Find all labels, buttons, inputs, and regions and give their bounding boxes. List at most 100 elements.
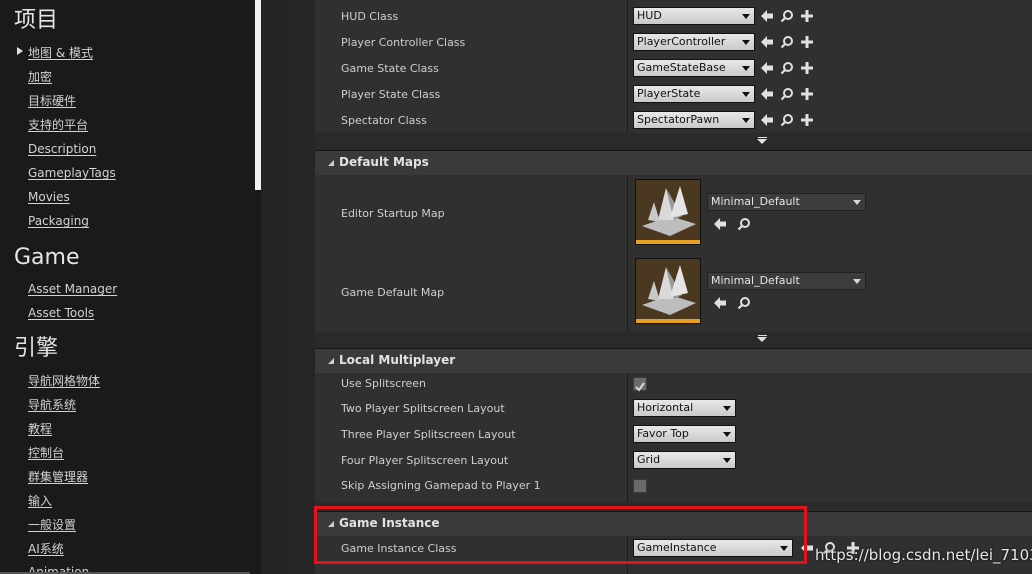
reset-arrow-icon[interactable] [760,9,774,23]
map-thumbnail-icon [636,180,700,240]
game-state-class-combo[interactable]: GameStateBase [633,59,755,77]
category-default-maps[interactable]: Default Maps [315,150,1032,176]
sidebar-item-general-settings[interactable]: 一般设置 [28,517,76,533]
category-local-multiplayer[interactable]: Local Multiplayer [315,348,1032,374]
category-title: Local Multiplayer [339,353,456,367]
reset-arrow-icon[interactable] [760,61,774,75]
expand-bar-icon [758,137,767,138]
browse-search-icon[interactable] [780,87,794,101]
three-player-layout-combo[interactable]: Favor Top [633,425,736,443]
expand-chevron-icon [757,337,767,342]
collapse-triangle-icon [328,358,334,364]
category-game-instance[interactable]: Game Instance [315,511,1032,537]
sidebar-item-crowd-manager[interactable]: 群集管理器 [28,469,88,485]
editor-startup-map-thumbnail[interactable] [635,179,701,245]
reset-arrow-icon[interactable] [760,35,774,49]
reset-arrow-icon[interactable] [713,217,727,231]
add-plus-icon[interactable] [800,9,814,23]
sidebar-item-asset-manager[interactable]: Asset Manager [28,281,117,297]
collapse-triangle-icon [328,521,334,527]
player-state-class-label: Player State Class [341,88,441,101]
hud-class-combo[interactable]: HUD [633,7,755,25]
reset-arrow-icon[interactable] [713,296,727,310]
column-divider [627,175,628,332]
column-divider [627,536,628,574]
sidebar-item-gameplay-tags[interactable]: GameplayTags [28,165,116,181]
game-instance-class-combo[interactable]: GameInstance [633,539,793,557]
sidebar-item-encryption[interactable]: 加密 [28,69,52,85]
add-plus-icon[interactable] [800,35,814,49]
sidebar-item-console[interactable]: 控制台 [28,445,64,461]
editor-startup-map-value: Minimal_Default [711,195,800,208]
column-divider [627,0,628,133]
game-default-map-combo[interactable]: Minimal_Default [707,272,866,290]
sidebar-item-nav-system[interactable]: 导航系统 [28,397,76,413]
sidebar-item-maps-modes[interactable]: 地图 & 模式 [28,45,93,61]
sidebar-item-supported-platforms[interactable]: 支持的平台 [28,117,88,133]
dropdown-arrow-icon [742,66,750,71]
player-state-class-value: PlayerState [637,87,701,100]
panel-left-edge [289,0,315,574]
add-plus-icon[interactable] [800,113,814,127]
sidebar-item-tutorials[interactable]: 教程 [28,421,52,437]
use-splitscreen-label: Use Splitscreen [341,377,427,390]
use-splitscreen-checkbox[interactable] [633,377,647,392]
browse-search-icon[interactable] [780,61,794,75]
sidebar-item-ai-system[interactable]: AI系统 [28,541,64,557]
game-instance-class-value: GameInstance [637,541,717,554]
collapse-triangle-icon [328,160,334,166]
spectator-class-label: Spectator Class [341,114,427,127]
player-state-class-combo[interactable]: PlayerState [633,85,755,103]
game-default-map-value: Minimal_Default [711,274,800,287]
game-default-map-thumbnail[interactable] [635,258,701,324]
two-player-layout-combo[interactable]: Horizontal [633,399,736,417]
section-title-game: Game [14,245,80,270]
editor-startup-map-combo[interactable]: Minimal_Default [707,193,866,211]
asset-type-bar [636,240,700,244]
browse-search-icon[interactable] [780,113,794,127]
sidebar-item-navmesh[interactable]: 导航网格物体 [28,373,100,389]
add-plus-icon[interactable] [800,61,814,75]
game-state-class-value: GameStateBase [637,61,726,74]
dropdown-arrow-icon [742,118,750,123]
game-default-map-label: Game Default Map [341,286,445,299]
default-maps-advanced-expander[interactable] [315,333,1032,347]
reset-arrow-icon[interactable] [760,113,774,127]
player-controller-class-combo[interactable]: PlayerController [633,33,755,51]
four-player-layout-combo[interactable]: Grid [633,451,736,469]
browse-search-icon[interactable] [737,296,751,310]
dropdown-arrow-icon [723,458,731,463]
editor-startup-map-label: Editor Startup Map [341,207,445,220]
classes-advanced-expander[interactable] [315,135,1032,149]
asset-type-bar [636,319,700,323]
add-plus-icon[interactable] [800,87,814,101]
expand-chevron-icon [757,139,767,144]
browse-search-icon[interactable] [737,217,751,231]
reset-arrow-icon[interactable] [760,87,774,101]
map-thumbnail-icon [636,259,700,319]
skip-gamepad-checkbox[interactable] [633,479,647,493]
spectator-class-combo[interactable]: SpectatorPawn [633,111,755,129]
sidebar-item-asset-tools[interactable]: Asset Tools [28,305,94,321]
sidebar-item-target-hardware[interactable]: 目标硬件 [28,93,76,109]
player-controller-class-label: Player Controller Class [341,36,466,49]
dropdown-arrow-icon [742,92,750,97]
game-state-class-label: Game State Class [341,62,439,75]
sidebar-item-packaging[interactable]: Packaging [28,213,89,229]
category-title: Default Maps [339,155,429,169]
four-player-layout-value: Grid [637,453,661,466]
sidebar-item-movies[interactable]: Movies [28,189,70,205]
dropdown-arrow-icon [723,432,731,437]
browse-search-icon[interactable] [780,9,794,23]
spectator-class-value: SpectatorPawn [637,113,720,126]
browse-search-icon[interactable] [780,35,794,49]
sidebar-item-input[interactable]: 输入 [28,493,52,509]
reset-arrow-icon[interactable] [800,541,814,555]
section-title-project: 项目 [14,8,59,33]
dropdown-arrow-icon [723,406,731,411]
column-divider [627,373,628,502]
hud-class-label: HUD Class [341,10,399,23]
expand-bar-icon [758,335,767,336]
sidebar-item-description[interactable]: Description [28,141,96,157]
checkmark-icon [635,382,645,392]
